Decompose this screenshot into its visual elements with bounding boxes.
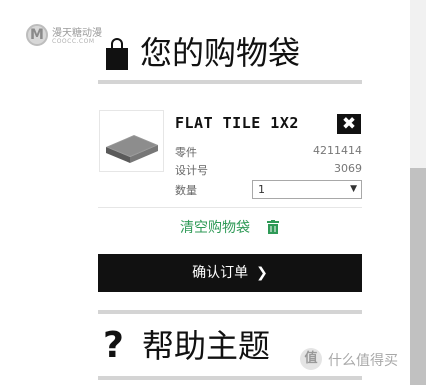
chevron-down-icon: ▼: [350, 184, 357, 194]
design-number: 3069: [334, 162, 362, 175]
product-name[interactable]: FLAT TILE 1X2: [175, 114, 299, 132]
watermark-badge: 值: [300, 348, 322, 370]
section-divider: [98, 376, 362, 380]
trash-icon[interactable]: [267, 220, 279, 234]
quantity-value: 1: [258, 183, 265, 196]
tile-brick-image: [106, 135, 158, 163]
shopping-bag-icon: [106, 38, 128, 70]
product-thumbnail[interactable]: [99, 110, 164, 172]
help-section-title: 帮助主题: [142, 327, 271, 365]
section-divider: [98, 310, 362, 314]
quantity-select[interactable]: 1 ▼: [252, 180, 362, 199]
question-icon: ?: [103, 325, 124, 366]
watermark-domain: COOCC.COM: [52, 38, 95, 45]
design-label: 设计号: [175, 164, 208, 177]
clear-bag-link[interactable]: 清空购物袋: [180, 217, 250, 237]
remove-item-button[interactable]: ✖: [337, 114, 361, 134]
confirm-order-label: 确认订单: [192, 265, 249, 281]
watermark-text: 什么值得买: [328, 353, 398, 369]
confirm-order-button[interactable]: 确认订单 ❯: [98, 254, 362, 292]
item-divider: [98, 207, 362, 208]
vertical-scrollbar[interactable]: [410, 0, 426, 385]
part-number: 4211414: [313, 144, 362, 157]
scrollbar-thumb[interactable]: [410, 168, 426, 385]
watermark-bottom: 值 什么值得买: [300, 348, 410, 372]
watermark-logo-icon: M: [26, 24, 48, 46]
watermark-name: 漫天糖动漫: [52, 28, 102, 39]
quantity-label: 数量: [175, 184, 197, 197]
section-divider: [98, 80, 362, 84]
page-title: 您的购物袋: [140, 34, 301, 72]
part-label: 零件: [175, 146, 197, 159]
chevron-right-icon: ❯: [256, 265, 268, 281]
